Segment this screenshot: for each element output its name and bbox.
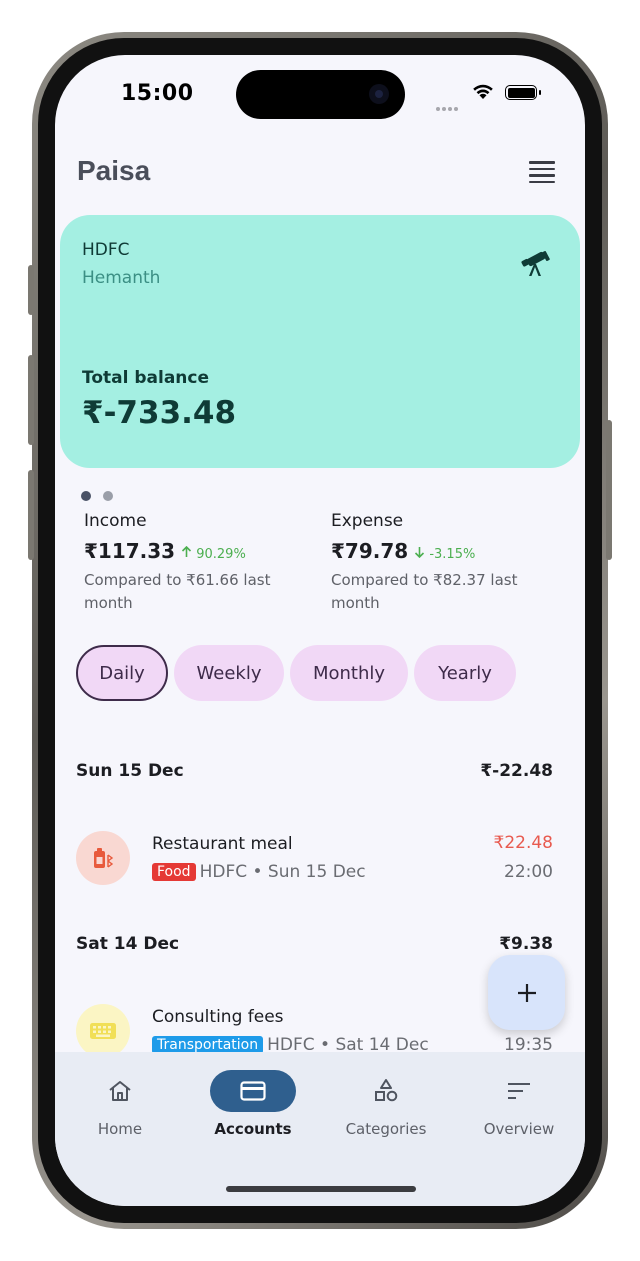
category-tag: Food: [152, 863, 196, 881]
transaction-row[interactable]: Restaurant meal Food HDFC • Sun 15 Dec ₹…: [76, 831, 553, 887]
account-bank-name: HDFC: [82, 240, 130, 260]
expense-compare-text: Compared to ₹82.37 last month: [331, 571, 518, 612]
day-header: Sun 15 Dec ₹-22.48: [76, 761, 553, 781]
home-indicator[interactable]: [226, 1186, 416, 1192]
account-holder-name: Hemanth: [82, 268, 161, 288]
day-total: ₹9.38: [499, 934, 553, 954]
nav-accounts-label: Accounts: [214, 1120, 292, 1138]
total-balance-label: Total balance: [82, 368, 210, 388]
transaction-title: Consulting fees: [152, 1007, 284, 1027]
add-transaction-button[interactable]: [488, 955, 565, 1030]
nav-home-label: Home: [97, 1120, 143, 1138]
menu-button[interactable]: [527, 157, 557, 187]
chip-monthly[interactable]: Monthly: [290, 645, 408, 701]
battery-icon: [505, 85, 541, 100]
keyboard-icon: [90, 1023, 116, 1039]
page-dot-active: [81, 491, 91, 501]
nav-categories[interactable]: Categories: [326, 1070, 446, 1138]
transaction-time: 22:00: [504, 862, 553, 882]
dynamic-island: [236, 70, 405, 119]
expense-label: Expense: [331, 511, 404, 531]
chip-yearly[interactable]: Yearly: [414, 645, 516, 701]
cellular-signal-icon: [436, 96, 460, 115]
transaction-title: Restaurant meal: [152, 834, 293, 854]
day-header: Sat 14 Dec ₹9.38: [76, 934, 553, 954]
expense-change: -3.15%: [414, 546, 475, 562]
shapes-icon: [375, 1079, 398, 1102]
volume-up-button: [28, 355, 34, 445]
card-page-indicator: [81, 486, 125, 505]
sort-icon: [508, 1083, 530, 1099]
nav-overview-label: Overview: [483, 1120, 555, 1138]
income-change: 90.29%: [181, 545, 246, 562]
income-summary: Income ₹117.33 90.29% Compared to ₹61.66…: [84, 511, 294, 615]
mute-switch: [28, 265, 34, 315]
income-change-value: 90.29%: [196, 547, 246, 562]
camera-icon: [369, 84, 389, 104]
day-total: ₹-22.48: [480, 761, 553, 781]
arrow-up-icon: [182, 545, 192, 557]
transaction-meta: Food HDFC • Sun 15 Dec: [152, 862, 366, 882]
volume-down-button: [28, 470, 34, 560]
page-dot: [103, 491, 113, 501]
arrow-down-icon: [415, 547, 425, 559]
income-compare-text: Compared to ₹61.66 last month: [84, 571, 271, 612]
expense-summary: Expense ₹79.78 -3.15% Compared to ₹82.37…: [331, 511, 541, 615]
transaction-amount: ₹22.48: [493, 833, 553, 853]
home-icon: [109, 1081, 131, 1101]
period-filter-chips: Daily Weekly Monthly Yearly: [76, 645, 516, 701]
chip-weekly[interactable]: Weekly: [174, 645, 284, 701]
income-amount: ₹117.33: [84, 539, 176, 563]
nav-home[interactable]: Home: [60, 1070, 180, 1138]
telescope-icon: [521, 250, 550, 276]
wifi-icon: [473, 84, 493, 99]
transaction-avatar: [76, 831, 130, 885]
expense-change-value: -3.15%: [429, 547, 476, 562]
plus-icon: [517, 983, 536, 1002]
income-label: Income: [84, 511, 147, 531]
app-title: Paisa: [77, 155, 151, 186]
day-date: Sun 15 Dec: [76, 761, 184, 781]
card-icon: [240, 1081, 266, 1101]
app-screen: 15:00 Paisa HDFC Hemanth Total balance ₹…: [55, 55, 585, 1206]
nav-accounts[interactable]: Accounts: [193, 1070, 313, 1138]
status-time: 15:00: [121, 81, 194, 106]
day-date: Sat 14 Dec: [76, 934, 180, 954]
nav-overview[interactable]: Overview: [459, 1070, 579, 1138]
transaction-account-date: HDFC • Sun 15 Dec: [199, 862, 366, 882]
account-card[interactable]: HDFC Hemanth Total balance ₹-733.48: [60, 215, 580, 468]
expense-amount: ₹79.78: [331, 539, 409, 563]
total-balance-amount: ₹-733.48: [82, 395, 237, 431]
bottom-navigation: Home Accounts Categories Overview: [55, 1052, 585, 1206]
nav-categories-label: Categories: [345, 1120, 427, 1138]
battery-bluetooth-icon: [94, 848, 114, 868]
chip-daily[interactable]: Daily: [76, 645, 168, 701]
power-button: [606, 420, 612, 560]
transaction-avatar: [76, 1004, 130, 1058]
